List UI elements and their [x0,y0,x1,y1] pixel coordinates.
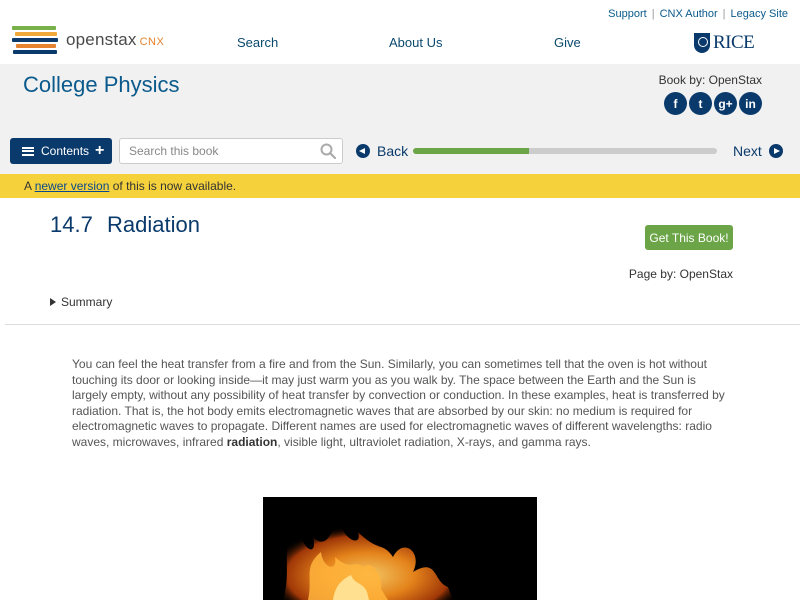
list-icon [22,146,34,156]
plus-icon: + [95,142,105,159]
chevron-right-icon [768,144,783,158]
book-by: Book by: OpenStax [658,73,762,87]
fire-image [263,497,537,600]
utility-links: Support | CNX Author | Legacy Site [608,8,788,20]
logo-cnx: CNX [139,36,165,48]
back-button[interactable]: Back [356,143,408,159]
rice-shield-icon [694,33,710,53]
search-icon[interactable] [320,143,336,159]
book-search [119,138,343,164]
page-title: Radiation [107,212,200,237]
notice-suffix: of this is now available. [109,179,237,193]
site-header: Support | CNX Author | Legacy Site opens… [0,0,800,64]
book-progress-bar [413,148,717,154]
nav-give[interactable]: Give [554,35,581,50]
twitter-icon[interactable]: t [689,92,712,115]
page-by: Page by: OpenStax [628,267,733,281]
fire-flames-illustration [283,517,453,600]
rice-text: RICE [713,32,755,53]
para-text-2: , visible light, ultraviolet radiation, … [277,434,591,449]
social-share: f t g+ in [664,92,762,115]
newer-version-link[interactable]: newer version [35,179,110,193]
intro-paragraph: You can feel the heat transfer from a fi… [72,357,732,450]
term-radiation: radiation [226,434,278,449]
back-label: Back [377,143,409,159]
rice-logo[interactable]: RICE [694,32,755,54]
summary-toggle[interactable]: Summary [50,295,112,309]
facebook-icon[interactable]: f [664,92,687,115]
book-title[interactable]: College Physics [23,72,180,98]
separator: | [651,8,655,20]
logo-text: openstax CNX [66,30,165,49]
linkedin-icon[interactable]: in [739,92,762,115]
newer-version-notice: A newer version of this is now available… [0,174,800,198]
section-number: 14.7 [50,212,93,237]
progress-fill [413,148,529,154]
openstax-logo[interactable]: openstax CNX [12,26,164,54]
chevron-left-icon [356,144,370,158]
cnx-author-link[interactable]: CNX Author [660,8,718,20]
contents-button[interactable]: Contents + [10,138,112,164]
nav-about-us[interactable]: About Us [389,35,442,50]
next-button[interactable]: Next [733,143,783,159]
nav-search[interactable]: Search [237,35,278,50]
book-header: College Physics Book by: OpenStax f t g+… [0,64,800,128]
separator: | [722,8,726,20]
summary-label: Summary [61,295,113,309]
notice-prefix: A [24,179,35,193]
next-label: Next [733,143,762,159]
legacy-site-link[interactable]: Legacy Site [731,8,788,20]
divider [5,324,800,325]
book-toolbar: Contents + Back Next [0,128,800,174]
google-plus-icon[interactable]: g+ [714,92,737,115]
search-input[interactable] [120,139,310,163]
get-this-book-button[interactable]: Get This Book! [645,225,733,250]
support-link[interactable]: Support [608,8,647,20]
contents-label: Contents [41,144,90,158]
openstax-books-icon [12,26,58,54]
disclosure-triangle-icon [50,298,56,306]
